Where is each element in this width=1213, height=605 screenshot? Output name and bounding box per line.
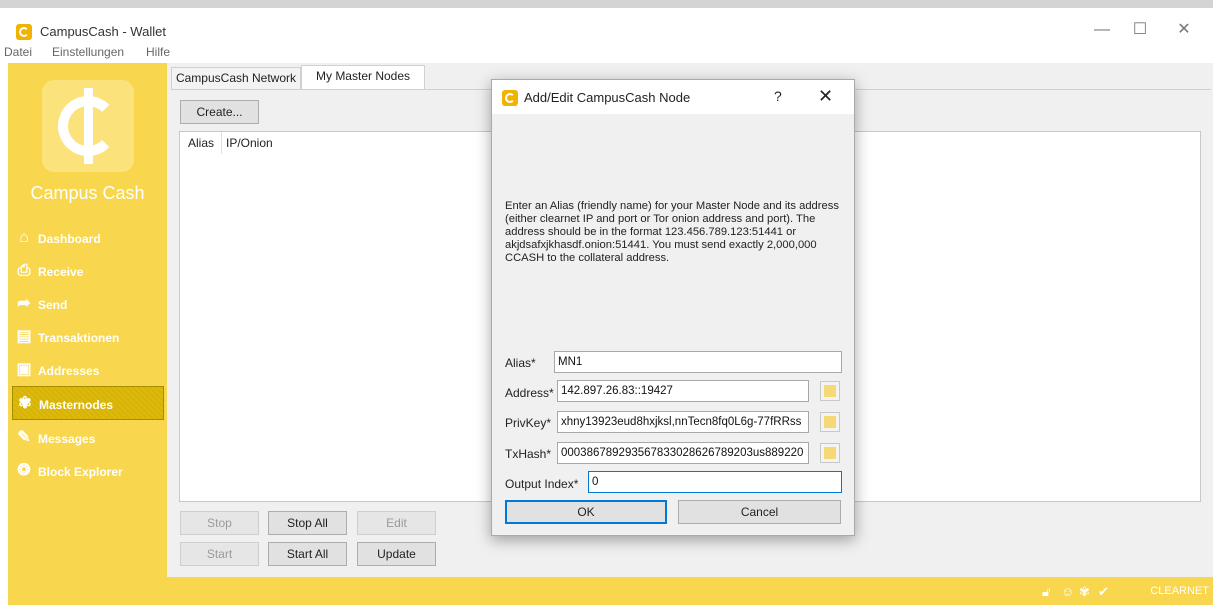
column-separator xyxy=(221,132,222,154)
inbox-icon: ⎙ xyxy=(17,262,31,279)
campuscash-app-icon xyxy=(16,24,32,40)
address-label: Address* xyxy=(505,386,554,400)
output-index-input[interactable]: 0 xyxy=(588,471,842,493)
txhash-input[interactable]: 000386789293567833028626789203us889220 xyxy=(557,442,809,464)
txhash-label: TxHash* xyxy=(505,447,552,461)
sidebar-item-send[interactable]: ➦ Send xyxy=(12,291,164,317)
transactions-icon: ▤ xyxy=(16,328,32,345)
sidebar-item-addresses[interactable]: ▣ Addresses xyxy=(12,357,164,383)
stop-button[interactable]: Stop xyxy=(180,511,259,535)
sidebar-item-receive[interactable]: ⎙ Receive xyxy=(12,258,164,284)
txhash-picker-button[interactable] xyxy=(820,443,840,463)
start-button[interactable]: Start xyxy=(180,542,259,566)
help-button[interactable]: ? xyxy=(774,88,782,104)
stop-all-button[interactable]: Stop All xyxy=(268,511,347,535)
home-icon: ⌂ xyxy=(19,229,29,246)
output-index-label: Output Index* xyxy=(505,477,579,491)
update-button[interactable]: Update xyxy=(357,542,436,566)
sidebar: Campus Cash ⌂ Dashboard ⎙ Receive ➦ Send… xyxy=(8,63,167,577)
tab-campuscash-network[interactable]: CampusCash Network xyxy=(171,67,301,89)
sync-icon: ☺ xyxy=(1061,584,1075,599)
menu-hilfe[interactable]: Hilfe xyxy=(146,45,170,59)
privkey-input[interactable]: xhny13923eud8hxjksl,nnTecn8fq0L6g-77fRRs… xyxy=(557,411,809,433)
privkey-label: PrivKey* xyxy=(505,416,552,430)
menu-datei[interactable]: Datei xyxy=(4,45,32,59)
menu-einstellungen[interactable]: Einstellungen xyxy=(52,45,124,59)
send-arrow-icon: ➦ xyxy=(17,295,31,312)
ok-button[interactable]: OK xyxy=(505,500,667,524)
column-header-ip-onion[interactable]: IP/Onion xyxy=(226,136,273,150)
address-input[interactable]: 142.897.26.83::19427 xyxy=(557,380,809,402)
address-picker-button[interactable] xyxy=(820,381,840,401)
status-bar: 🔓︎ ☺ ✾ ✔ CLEARNET xyxy=(8,577,1213,605)
check-icon: ✔ xyxy=(1098,584,1109,599)
window-top-strip xyxy=(0,0,1213,8)
alias-label: Alias* xyxy=(505,356,536,370)
campuscash-logo xyxy=(42,80,134,172)
window-title: CampusCash - Wallet xyxy=(40,24,166,39)
sidebar-item-transaktionen[interactable]: ▤ Transaktionen xyxy=(12,324,164,350)
dialog-title: Add/Edit CampusCash Node xyxy=(524,90,691,105)
sidebar-item-masternodes[interactable]: ✾ Masternodes xyxy=(12,386,164,420)
dialog-description: Enter an Alias (friendly name) for your … xyxy=(505,200,839,264)
cancel-button[interactable]: Cancel xyxy=(678,500,841,524)
close-window-button[interactable]: ✕ xyxy=(1170,18,1198,42)
dialog-titlebar: Add/Edit CampusCash Node ? ✕ xyxy=(492,80,854,114)
create-button[interactable]: Create... xyxy=(180,100,259,124)
lock-icon: 🔓︎ xyxy=(1042,584,1051,599)
edit-button[interactable]: Edit xyxy=(357,511,436,535)
sidebar-item-dashboard[interactable]: ⌂ Dashboard xyxy=(12,225,164,251)
window-titlebar: CampusCash - Wallet — ☐ ✕ xyxy=(0,8,1213,41)
add-edit-node-dialog: Add/Edit CampusCash Node ? ✕ Enter an Al… xyxy=(491,79,855,536)
menu-bar: Datei Einstellungen Hilfe xyxy=(0,41,1213,63)
dialog-close-button[interactable]: ✕ xyxy=(818,86,833,107)
maximize-button[interactable]: ☐ xyxy=(1126,18,1154,42)
address-book-icon: ▣ xyxy=(16,361,32,378)
tab-my-master-nodes[interactable]: My Master Nodes xyxy=(301,65,425,89)
brand-name: Campus Cash xyxy=(30,183,145,203)
column-header-alias[interactable]: Alias xyxy=(188,136,214,150)
privkey-picker-button[interactable] xyxy=(820,412,840,432)
cube-network-icon: ❂ xyxy=(17,462,31,479)
masternode-status-icon: ✾ xyxy=(1079,584,1090,599)
start-all-button[interactable]: Start All xyxy=(268,542,347,566)
sidebar-item-messages[interactable]: ✎ Messages xyxy=(12,425,164,451)
network-status: CLEARNET xyxy=(1150,585,1209,597)
pen-icon: ✎ xyxy=(17,429,31,446)
sidebar-item-block-explorer[interactable]: ❂ Block Explorer xyxy=(12,458,164,484)
alias-input[interactable]: MN1 xyxy=(554,351,842,373)
masternodes-icon: ✾ xyxy=(18,395,32,412)
campuscash-dialog-icon xyxy=(502,90,518,106)
minimize-button[interactable]: — xyxy=(1088,18,1116,42)
